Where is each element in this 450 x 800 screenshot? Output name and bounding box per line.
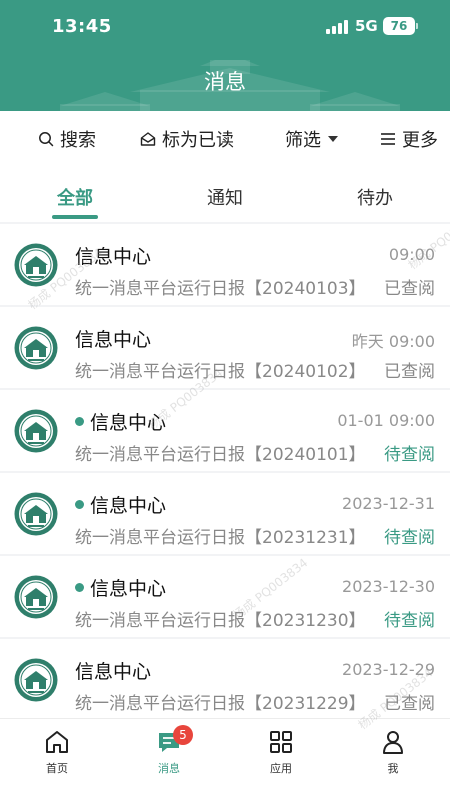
read-status: 待查阅 — [384, 445, 435, 465]
message-time: 2023-12-29 — [342, 660, 435, 679]
open-envelope-icon — [140, 132, 156, 146]
university-logo-avatar — [14, 326, 58, 370]
sender-label: 信息中心 — [75, 329, 152, 351]
tabbar-me[interactable]: 我 — [353, 729, 433, 776]
more-button[interactable]: 更多 — [380, 128, 438, 151]
unread-count-badge: 5 — [173, 725, 193, 745]
status-time: 13:45 — [52, 16, 112, 37]
message-time: 2023-12-31 — [342, 494, 435, 513]
message-time: 09:00 — [388, 245, 435, 264]
sender-name: 信息中心 — [75, 574, 166, 601]
read-status: 已查阅 — [384, 279, 435, 299]
sender-label: 信息中心 — [90, 578, 167, 600]
category-tabs: 全部 通知 待办 — [0, 167, 450, 222]
tabbar-messages[interactable]: 5 消息 — [129, 725, 209, 776]
page-title: 消息 — [204, 70, 246, 94]
battery-tip — [416, 23, 418, 29]
sender-name: 信息中心 — [75, 491, 166, 518]
app-header: 13:45 5G 76 消息 — [0, 0, 450, 111]
menu-lines-icon — [381, 133, 395, 145]
tabbar-apps[interactable]: 应用 — [241, 729, 321, 776]
university-logo-avatar — [14, 658, 58, 702]
university-logo-avatar — [14, 243, 58, 287]
tabbar-home-label: 首页 — [46, 762, 68, 775]
search-button[interactable]: 搜索 — [38, 128, 96, 151]
university-logo-avatar — [14, 492, 58, 536]
message-subject: 统一消息平台运行日报【20240103】 — [75, 279, 366, 299]
read-status: 已查阅 — [384, 694, 435, 714]
message-subject: 统一消息平台运行日报【20231229】 — [75, 694, 366, 714]
sender-label: 信息中心 — [90, 495, 167, 517]
message-subject: 统一消息平台运行日报【20231231】 — [75, 528, 366, 548]
sender-name: 信息中心 — [75, 325, 151, 352]
unread-dot-icon — [75, 500, 84, 509]
message-time: 2023-12-30 — [342, 577, 435, 596]
tabbar-apps-label: 应用 — [270, 762, 292, 775]
message-time: 昨天 09:00 — [351, 332, 435, 351]
message-row[interactable]: 信息中心 昨天 09:00 统一消息平台运行日报【20240102】 已查阅 — [0, 307, 450, 388]
unread-dot-icon — [75, 583, 84, 592]
filter-dropdown[interactable]: 筛选 — [285, 128, 340, 151]
signal-icon — [326, 20, 348, 34]
filter-label: 筛选 — [285, 130, 321, 151]
message-subject: 统一消息平台运行日报【20240102】 — [75, 362, 366, 382]
message-time: 01-01 09:00 — [337, 411, 435, 430]
mark-as-read-button[interactable]: 标为已读 — [140, 128, 234, 151]
message-subject: 统一消息平台运行日报【20231230】 — [75, 611, 366, 631]
search-icon — [39, 132, 54, 147]
tab-all[interactable]: 全部 — [30, 184, 120, 210]
message-row[interactable]: 信息中心 09:00 统一消息平台运行日报【20240103】 已查阅 — [0, 224, 450, 305]
active-tab-indicator — [52, 215, 98, 219]
tab-todo[interactable]: 待办 — [330, 184, 420, 210]
person-icon — [383, 731, 403, 754]
tab-notifications[interactable]: 通知 — [180, 184, 270, 210]
message-row[interactable]: 信息中心 2023-12-31 统一消息平台运行日报【20231231】 待查阅 — [0, 473, 450, 554]
search-label: 搜索 — [60, 130, 96, 151]
status-bar: 13:45 5G 76 — [0, 0, 450, 52]
more-label: 更多 — [402, 130, 438, 151]
read-status: 已查阅 — [384, 362, 435, 382]
sender-name: 信息中心 — [75, 657, 151, 684]
mark-as-read-label: 标为已读 — [162, 130, 234, 151]
unread-dot-icon — [75, 417, 84, 426]
apps-grid-icon — [270, 731, 292, 753]
caret-down-icon — [328, 136, 338, 142]
university-logo-avatar — [14, 575, 58, 619]
sender-label: 信息中心 — [90, 412, 167, 434]
battery-icon: 76 — [383, 17, 415, 35]
sender-name: 信息中心 — [75, 408, 166, 435]
message-row[interactable]: 信息中心 01-01 09:00 统一消息平台运行日报【20240101】 待查阅 — [0, 390, 450, 471]
home-icon — [46, 731, 68, 753]
message-subject: 统一消息平台运行日报【20240101】 — [75, 445, 366, 465]
sender-label: 信息中心 — [75, 246, 152, 268]
tabbar-messages-label: 消息 — [158, 762, 180, 775]
bottom-tab-bar: 首页 5 消息 应用 我 — [0, 718, 450, 800]
message-list: 信息中心 09:00 统一消息平台运行日报【20240103】 已查阅 信息中心 昨天 0… — [0, 224, 450, 718]
read-status: 待查阅 — [384, 528, 435, 548]
message-row[interactable]: 信息中心 2023-12-30 统一消息平台运行日报【20231230】 待查阅 — [0, 556, 450, 637]
network-type: 5G — [355, 17, 378, 35]
read-status: 待查阅 — [384, 611, 435, 631]
tabbar-home[interactable]: 首页 — [17, 729, 97, 776]
tabbar-me-label: 我 — [387, 762, 399, 775]
message-row[interactable]: 信息中心 2023-12-29 统一消息平台运行日报【20231229】 已查阅 — [0, 639, 450, 718]
sender-label: 信息中心 — [75, 661, 152, 683]
sender-name: 信息中心 — [75, 242, 151, 269]
university-logo-avatar — [14, 409, 58, 453]
action-toolbar: 搜索 标为已读 筛选 更多 — [0, 111, 450, 167]
